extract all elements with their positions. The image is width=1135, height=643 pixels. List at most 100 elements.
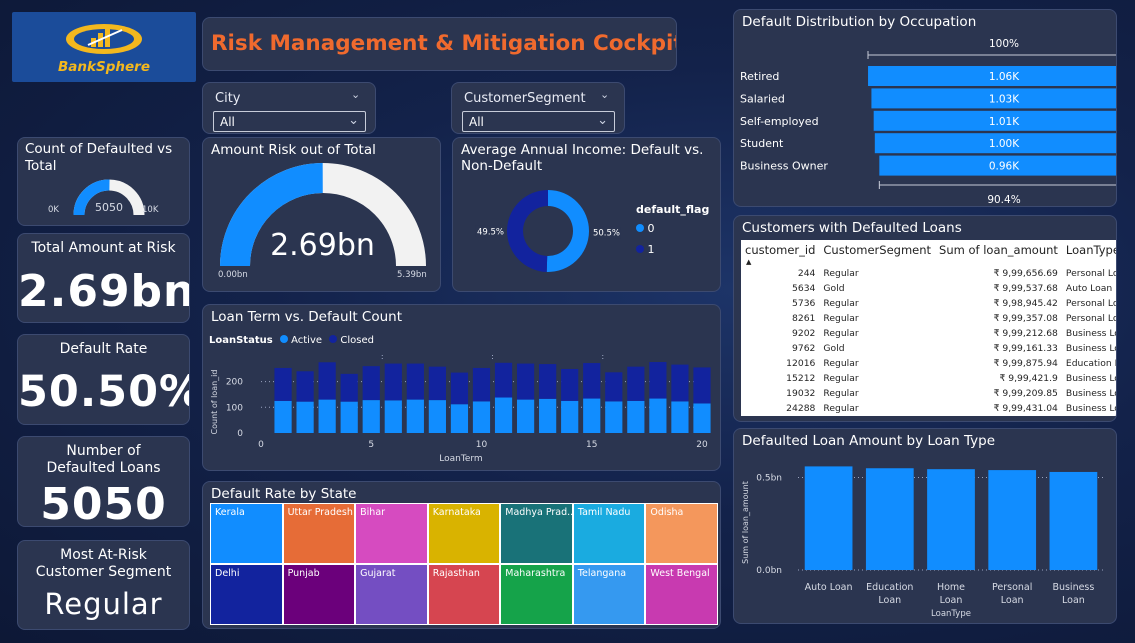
segment-dropdown[interactable]: All ⌄ bbox=[462, 111, 615, 132]
table-cell: Regular bbox=[823, 298, 859, 309]
table-row[interactable]: 12016 Regular ₹ 9,99,875.94 Education Loan bbox=[741, 356, 1116, 371]
bar-active[interactable] bbox=[274, 400, 292, 433]
table-row[interactable]: 5736 Regular ₹ 9,98,945.42 Personal Loan bbox=[741, 296, 1116, 311]
treemap-cell[interactable]: West Bengal bbox=[645, 564, 718, 625]
header-panel: Risk Management & Mitigation Cockpit bbox=[202, 17, 677, 71]
city-slicer[interactable]: City ⌄ All ⌄ bbox=[202, 82, 376, 134]
table-cell: Personal Loan bbox=[1065, 313, 1116, 324]
x-tick-label: 10 bbox=[476, 440, 488, 450]
treemap-cell[interactable]: Maharashtra bbox=[500, 564, 573, 625]
segment-slicer[interactable]: CustomerSegment ⌄ All ⌄ bbox=[451, 82, 625, 134]
slicer-collapse-icon[interactable]: ⌄ bbox=[351, 88, 360, 101]
bar-closed[interactable] bbox=[693, 367, 711, 404]
loan-type-bar[interactable] bbox=[988, 470, 1037, 570]
bar-closed[interactable] bbox=[671, 364, 689, 402]
loan-type-bar[interactable] bbox=[865, 468, 914, 570]
treemap-cell[interactable]: Telangana bbox=[572, 564, 646, 625]
table-cell: Regular bbox=[823, 268, 859, 279]
table-row[interactable]: 244 Regular ₹ 9,99,656.69 Personal Loan bbox=[741, 266, 1116, 281]
bar-closed[interactable] bbox=[605, 372, 623, 402]
bar-active[interactable] bbox=[649, 398, 667, 433]
bar-active[interactable] bbox=[318, 399, 336, 433]
table-row[interactable]: 19032 Regular ₹ 9,99,209.85 Business Loan bbox=[741, 386, 1116, 401]
column-header-loan-type[interactable]: LoanType bbox=[1062, 240, 1116, 266]
bar-active[interactable] bbox=[362, 400, 380, 433]
funnel-category-label: Student bbox=[740, 137, 784, 150]
bar-active[interactable] bbox=[516, 399, 535, 433]
column-header-customer-id[interactable]: customer_id bbox=[741, 240, 819, 266]
bar-active[interactable] bbox=[472, 401, 491, 433]
bar-active[interactable] bbox=[450, 404, 469, 433]
table-row[interactable]: 8261 Regular ₹ 9,99,357.08 Personal Loan bbox=[741, 311, 1116, 326]
state-treemap-card: Default Rate by State Kerala Uttar Prades… bbox=[202, 481, 721, 629]
loan-type-bar[interactable] bbox=[1049, 471, 1098, 570]
treemap-cell[interactable]: Delhi bbox=[210, 564, 283, 625]
bar-closed[interactable] bbox=[627, 366, 645, 401]
bar-closed[interactable] bbox=[539, 364, 557, 399]
bar-closed[interactable] bbox=[516, 363, 535, 400]
bar-active[interactable] bbox=[561, 400, 579, 433]
bar-closed[interactable] bbox=[296, 371, 314, 402]
treemap-cell[interactable]: Punjab bbox=[282, 564, 356, 625]
table-row[interactable]: 9762 Gold ₹ 9,99,161.33 Business Loan bbox=[741, 341, 1116, 356]
bar-closed[interactable] bbox=[384, 363, 402, 401]
treemap-cell[interactable]: Kerala bbox=[210, 503, 283, 564]
customers-table[interactable]: customer_id CustomerSegment Sum of loan_… bbox=[741, 240, 1116, 416]
bar-closed[interactable] bbox=[362, 366, 380, 401]
bar-closed[interactable] bbox=[428, 366, 446, 401]
bar-closed[interactable] bbox=[649, 362, 667, 399]
city-dropdown[interactable]: All ⌄ bbox=[213, 111, 366, 132]
bar-closed[interactable] bbox=[450, 372, 469, 405]
bar-closed[interactable] bbox=[274, 367, 292, 401]
table-row[interactable]: 5634 Gold ₹ 9,99,537.68 Auto Loan bbox=[741, 281, 1116, 296]
table-cell: Business Loan bbox=[1065, 343, 1116, 354]
donut-legend-item[interactable]: 1 bbox=[636, 243, 655, 256]
treemap-cell[interactable]: Rajasthan bbox=[427, 564, 501, 625]
bar-active[interactable] bbox=[693, 403, 711, 433]
bar-active[interactable] bbox=[539, 398, 557, 433]
table-cell: ₹ 9,99,161.33 bbox=[993, 343, 1058, 354]
table-row[interactable]: 15212 Regular ₹ 9,99,421.9 Business Loan bbox=[741, 371, 1116, 386]
bar-active[interactable] bbox=[494, 397, 513, 433]
bar-active[interactable] bbox=[605, 401, 623, 433]
bar-closed[interactable] bbox=[340, 373, 358, 402]
bar-active[interactable] bbox=[583, 398, 601, 433]
amount-gauge-min: 0.00bn bbox=[218, 270, 248, 280]
treemap-cell[interactable]: Uttar Pradesh bbox=[282, 503, 356, 564]
bar-closed[interactable] bbox=[561, 368, 579, 401]
loan-type-bar[interactable] bbox=[927, 469, 975, 570]
column-header-segment[interactable]: CustomerSegment bbox=[819, 240, 935, 266]
bar-active[interactable] bbox=[296, 401, 314, 433]
sort-ascending-icon[interactable]: ▲ bbox=[746, 258, 751, 266]
loan-type-bar[interactable] bbox=[804, 466, 853, 570]
bar-closed[interactable] bbox=[318, 362, 336, 400]
donut-slice-1[interactable] bbox=[507, 190, 548, 272]
donut-legend-item[interactable]: 0 bbox=[636, 222, 655, 235]
table-row[interactable]: 24288 Regular ₹ 9,99,431.04 Business Loan bbox=[741, 401, 1116, 416]
treemap-cell[interactable]: Tamil Nadu bbox=[572, 503, 646, 564]
bar-active[interactable] bbox=[406, 399, 424, 433]
column-header-loan-amount[interactable]: Sum of loan_amount bbox=[935, 240, 1062, 266]
treemap-cell[interactable]: Madhya Prad... bbox=[500, 503, 573, 564]
table-cell: Regular bbox=[823, 358, 859, 369]
table-header-row: customer_id CustomerSegment Sum of loan_… bbox=[741, 240, 1116, 266]
treemap-cell[interactable]: Bihar bbox=[355, 503, 428, 564]
bar-active[interactable] bbox=[671, 401, 689, 433]
funnel-data-label: 1.01K bbox=[989, 116, 1020, 128]
city-slicer-label: City bbox=[215, 91, 241, 106]
donut-slice-0[interactable] bbox=[546, 190, 590, 272]
bar-closed[interactable] bbox=[406, 363, 424, 400]
bar-active[interactable] bbox=[428, 400, 446, 433]
treemap-cell[interactable]: Odisha bbox=[645, 503, 718, 564]
treemap-cell[interactable]: Karnataka bbox=[427, 503, 501, 564]
bar-active[interactable] bbox=[340, 401, 358, 433]
slicer-collapse-icon[interactable]: ⌄ bbox=[600, 88, 609, 101]
bar-active[interactable] bbox=[627, 400, 645, 433]
table-row[interactable]: 9202 Regular ₹ 9,99,212.68 Business Loan bbox=[741, 326, 1116, 341]
donut-legend-label: 1 bbox=[647, 243, 655, 256]
bar-closed[interactable] bbox=[472, 367, 491, 402]
bar-active[interactable] bbox=[384, 400, 402, 433]
bar-closed[interactable] bbox=[583, 363, 601, 399]
treemap-cell[interactable]: Gujarat bbox=[355, 564, 428, 625]
bar-closed[interactable] bbox=[494, 362, 513, 398]
